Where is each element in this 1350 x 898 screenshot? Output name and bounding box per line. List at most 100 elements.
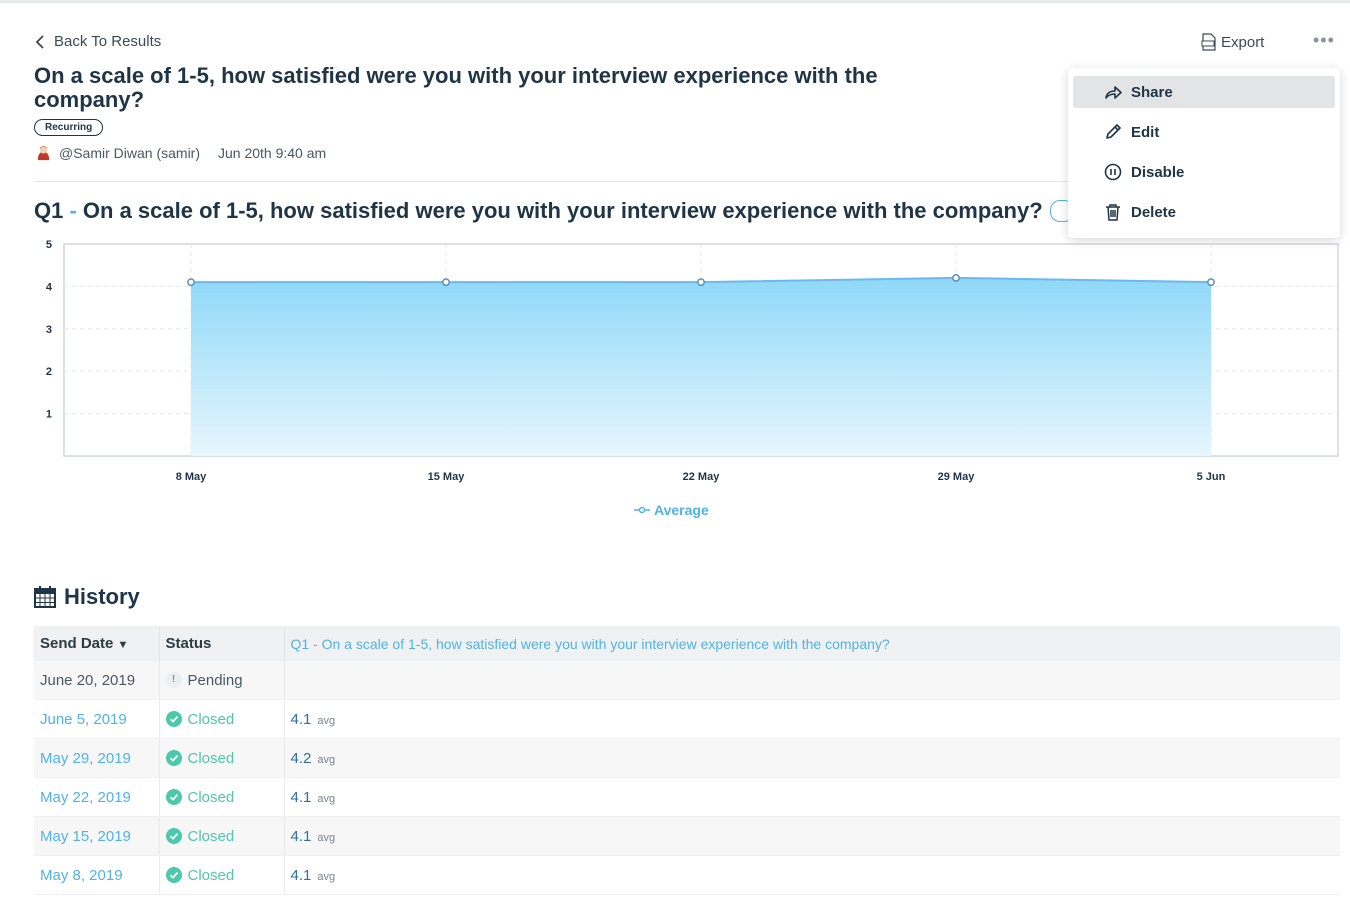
x-tick-label: 22 May	[683, 471, 721, 483]
question-text: On a scale of 1-5, how satisfied were yo…	[82, 198, 1043, 223]
value-cell: 4.1 avg	[284, 777, 1340, 817]
avg-value: 4.2	[290, 749, 312, 767]
table-row[interactable]: May 22, 2019 Closed 4.1 avg	[34, 777, 1340, 817]
export-button[interactable]: Export	[1201, 33, 1264, 51]
status-text: Closed	[187, 866, 235, 884]
recurring-badge: Recurring	[34, 119, 104, 136]
data-point	[187, 278, 195, 287]
table-row[interactable]: May 15, 2019 Closed 4.1 avg	[34, 816, 1340, 856]
avg-unit: avg	[317, 792, 336, 805]
data-point	[952, 273, 960, 282]
y-tick-label: 5	[46, 239, 52, 251]
back-label: Back To Results	[54, 33, 162, 50]
menu-item-delete[interactable]: Delete	[1073, 196, 1335, 228]
x-tick-label: 8 May	[176, 471, 207, 483]
more-options-button[interactable]: •••	[1313, 30, 1335, 51]
check-circle-icon	[165, 711, 182, 727]
avg-value: 4.1	[290, 827, 312, 845]
export-label: Export	[1221, 33, 1265, 51]
value-cell: 4.1 avg	[284, 816, 1340, 856]
legend-average-label: Average	[654, 502, 709, 518]
value-cell: 4.1 avg	[284, 699, 1340, 739]
data-point	[697, 278, 705, 287]
avatar	[34, 143, 53, 162]
check-circle-icon	[165, 828, 182, 844]
table-row[interactable]: June 20, 2019! Pending	[34, 661, 1340, 700]
column-status[interactable]: Status	[159, 626, 285, 661]
status-cell: Closed	[159, 699, 285, 739]
export-file-icon	[1201, 33, 1216, 51]
status-cell: ! Pending	[159, 661, 285, 700]
send-date[interactable]: June 5, 2019	[40, 711, 127, 728]
send-date-cell[interactable]: May 15, 2019	[34, 816, 160, 856]
pending-icon: !	[165, 672, 182, 688]
send-date-cell: June 20, 2019	[34, 661, 160, 700]
top-border	[0, 0, 1350, 3]
value-cell	[284, 661, 1340, 700]
menu-label: Edit	[1131, 123, 1160, 141]
table-row[interactable]: May 29, 2019 Closed 4.2 avg	[34, 738, 1340, 778]
menu-label: Share	[1131, 83, 1173, 101]
menu-item-share[interactable]: Share	[1073, 76, 1335, 108]
menu-label: Delete	[1131, 203, 1177, 221]
avg-value: 4.1	[290, 710, 312, 728]
send-date-cell[interactable]: June 5, 2019	[34, 699, 160, 739]
menu-item-disable[interactable]: Disable	[1073, 156, 1335, 188]
share-icon	[1105, 86, 1122, 99]
send-date-cell[interactable]: May 22, 2019	[34, 777, 160, 817]
send-date[interactable]: May 15, 2019	[40, 828, 131, 845]
area-fill	[191, 277, 1211, 456]
x-tick-label: 29 May	[938, 471, 976, 483]
x-tick-label: 15 May	[428, 471, 466, 483]
status-cell: Closed	[159, 777, 285, 817]
avg-value: 4.1	[290, 866, 312, 884]
status-text: Closed	[187, 788, 235, 806]
pencil-icon	[1106, 124, 1121, 139]
question-number: Q1	[34, 198, 64, 223]
data-point	[1207, 278, 1215, 287]
table-row[interactable]: May 8, 2019 Closed 4.1 avg	[34, 855, 1340, 895]
value-cell: 4.2 avg	[284, 738, 1340, 778]
question-separator: -	[63, 198, 83, 223]
menu-item-edit[interactable]: Edit	[1073, 116, 1335, 148]
legend-line-icon	[634, 506, 650, 514]
avg-value: 4.1	[290, 788, 312, 806]
history-table: Send Date ▼ Status Q1 - On a scale of 1-…	[34, 626, 1340, 895]
back-to-results-link[interactable]: Back To Results	[34, 33, 161, 50]
send-date[interactable]: May 29, 2019	[40, 750, 131, 767]
menu-label: Disable	[1131, 163, 1185, 181]
author-name[interactable]: @Samir Diwan (samir)	[59, 145, 200, 161]
column-send-date[interactable]: Send Date ▼	[34, 626, 160, 661]
trash-icon	[1106, 204, 1120, 221]
y-tick-label: 2	[46, 366, 52, 378]
avg-unit: avg	[317, 831, 336, 844]
history-table-header: Send Date ▼ Status Q1 - On a scale of 1-…	[34, 626, 1340, 661]
sort-down-icon: ▼	[117, 639, 129, 651]
chart-legend[interactable]: Average	[634, 502, 709, 518]
status-cell: Closed	[159, 855, 285, 895]
send-date[interactable]: May 22, 2019	[40, 789, 131, 806]
pause-icon	[1104, 163, 1122, 181]
status-text: Pending	[187, 671, 243, 689]
status-text: Closed	[187, 749, 235, 767]
check-circle-icon	[165, 750, 182, 766]
history-heading: History	[34, 584, 140, 610]
status-text: Closed	[187, 710, 235, 728]
average-area-chart: 1 2 3 4 5 8 May 15 May 22 May 29 May 5 Jun	[46, 239, 1339, 483]
check-circle-icon	[165, 789, 182, 805]
send-date-cell[interactable]: May 8, 2019	[34, 855, 160, 895]
history-title: History	[64, 584, 140, 609]
y-tick-label: 1	[46, 409, 52, 421]
y-tick-label: 3	[46, 324, 52, 336]
more-options-menu: Share Edit Disable Delete	[1068, 68, 1340, 238]
avg-unit: avg	[317, 753, 336, 766]
table-row[interactable]: June 5, 2019 Closed 4.1 avg	[34, 699, 1340, 739]
column-question[interactable]: Q1 - On a scale of 1-5, how satisfied we…	[284, 626, 1340, 661]
calendar-icon	[34, 586, 56, 608]
send-date[interactable]: May 8, 2019	[40, 867, 123, 884]
status-cell: Closed	[159, 816, 285, 856]
data-point	[442, 278, 450, 287]
status-text: Closed	[187, 827, 235, 845]
send-date-cell[interactable]: May 29, 2019	[34, 738, 160, 778]
chevron-left-icon	[35, 34, 44, 49]
